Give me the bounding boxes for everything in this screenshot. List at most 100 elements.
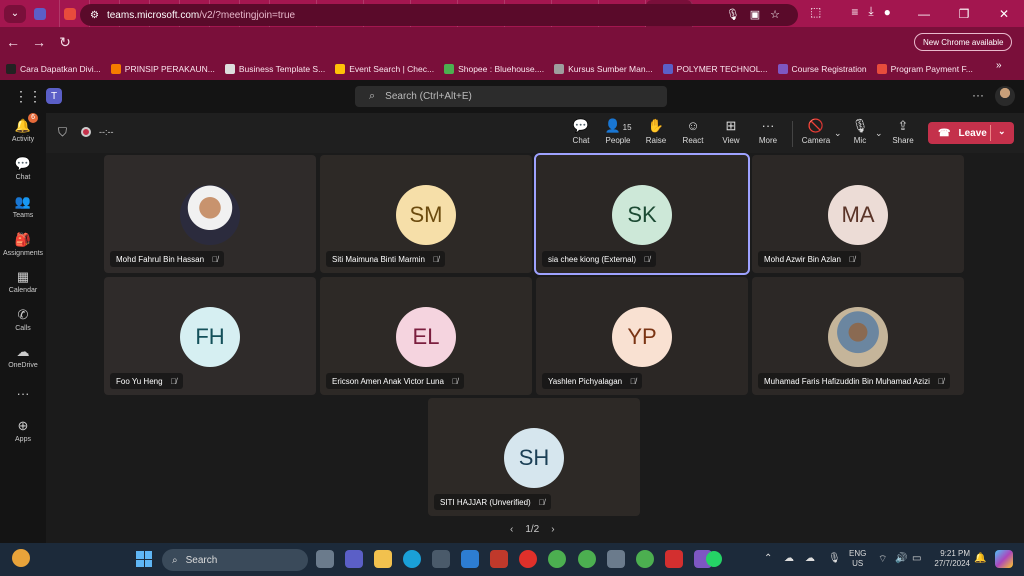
- participant-tile[interactable]: YP Yashlen Pichyalagan 🎙̸: [536, 277, 748, 395]
- whatsapp-icon[interactable]: [706, 551, 722, 567]
- bookmark-favicon-icon: [662, 63, 673, 74]
- restore-icon[interactable]: ❐: [944, 7, 984, 21]
- leave-button[interactable]: ☎ Leave ⌄: [928, 122, 1014, 144]
- react-label: React: [682, 136, 704, 145]
- profile-icon[interactable]: ●: [884, 5, 891, 19]
- chrome-profile-icon[interactable]: [578, 550, 596, 568]
- reload-icon[interactable]: ↻: [52, 34, 78, 51]
- microphone-tray-icon[interactable]: 🎙: [828, 553, 841, 564]
- more-button[interactable]: ··· More: [748, 118, 788, 145]
- rail-item-[interactable]: ···: [0, 386, 46, 403]
- chrome-alt-icon[interactable]: [636, 550, 654, 568]
- file-explorer-icon[interactable]: [374, 550, 392, 568]
- language-indicator[interactable]: ENG US: [849, 549, 866, 569]
- rail-item-apps[interactable]: ⊕ Apps: [0, 418, 46, 443]
- teams-taskbar-icon[interactable]: [345, 550, 363, 568]
- bookmark-item[interactable]: POLYMER TECHNOL...: [662, 63, 768, 74]
- prev-page-icon[interactable]: ‹: [510, 524, 513, 535]
- copilot-icon[interactable]: [995, 550, 1013, 568]
- chrome-icon[interactable]: [548, 550, 566, 568]
- minimize-icon[interactable]: —: [904, 7, 944, 21]
- notification-bell-icon[interactable]: 🔔: [974, 553, 986, 564]
- shield-icon[interactable]: ⛉: [58, 125, 67, 140]
- tab-search-button[interactable]: ⌄: [4, 4, 26, 23]
- bookmark-star-icon[interactable]: ☆: [770, 9, 790, 21]
- raise-hand-button[interactable]: ✋ Raise: [636, 118, 676, 145]
- bookmark-item[interactable]: Program Payment F...: [876, 63, 973, 74]
- participant-tile[interactable]: FH Foo Yu Heng 🎙̸: [104, 277, 316, 395]
- participant-tile[interactable]: EL Ericson Amen Anak Victor Luna 🎙̸: [320, 277, 532, 395]
- edge-icon[interactable]: [403, 550, 421, 568]
- rail-item-activity[interactable]: 🔔 6 Activity: [0, 113, 46, 143]
- wifi-icon[interactable]: ⌔: [878, 553, 887, 566]
- next-page-icon[interactable]: ›: [551, 524, 554, 535]
- battery-icon[interactable]: ▭: [912, 553, 921, 564]
- reading-list-icon[interactable]: ≡: [851, 5, 858, 19]
- mcafee-icon[interactable]: [490, 550, 508, 568]
- taskbar-search[interactable]: ⌕ Search: [162, 549, 308, 571]
- view-button[interactable]: ⊞ View: [711, 118, 751, 145]
- rail-item-calls[interactable]: ✆ Calls: [0, 307, 46, 332]
- react-button[interactable]: ☺ React: [673, 118, 713, 145]
- clock[interactable]: 9:21 PM 27/7/2024: [930, 549, 970, 569]
- weather-icon[interactable]: [12, 549, 30, 567]
- participant-tile[interactable]: SH SITI HAJJAR (Unverified) 🎙̸: [428, 398, 640, 516]
- bookmark-item[interactable]: Event Search | Chec...: [335, 63, 434, 74]
- onedrive-icon[interactable]: ☁: [784, 553, 794, 564]
- participant-tile[interactable]: SM Siti Maimuna Binti Marmin 🎙̸: [320, 155, 532, 273]
- bookmark-item[interactable]: Cara Dapatkan Divi...: [6, 63, 101, 74]
- bookmark-item[interactable]: Shopee : Bluehouse....: [444, 63, 544, 74]
- calculator-icon[interactable]: [607, 550, 625, 568]
- rail-item-teams[interactable]: 👥 Teams: [0, 194, 46, 219]
- rail-item-chat[interactable]: 💬 Chat: [0, 156, 46, 181]
- download-icon[interactable]: ⤓: [868, 4, 873, 19]
- bookmark-item[interactable]: Business Template S...: [224, 63, 325, 74]
- close-window-icon[interactable]: ✕: [984, 7, 1024, 21]
- mic-button[interactable]: 🎙 Mic: [840, 118, 880, 145]
- rail-item-onedrive[interactable]: ☁ OneDrive: [0, 344, 46, 369]
- app-icon[interactable]: [461, 550, 479, 568]
- start-icon[interactable]: [136, 551, 152, 567]
- back-icon[interactable]: ←: [0, 34, 26, 50]
- camera-button[interactable]: 🚫 Camera: [796, 118, 836, 145]
- share-button[interactable]: ⇪ Share: [883, 118, 923, 145]
- people-button[interactable]: 👤 15 People: [598, 118, 638, 145]
- task-view-icon[interactable]: [316, 550, 334, 568]
- bookmarks-bar: Cara Dapatkan Divi... PRINSIP PERAKAUN...…: [0, 57, 1024, 80]
- recording-icon: [81, 127, 91, 137]
- forward-icon[interactable]: →: [26, 34, 52, 50]
- bookmark-favicon-icon: [335, 63, 346, 74]
- extensions-icon[interactable]: ⬚: [810, 5, 821, 19]
- cast-icon[interactable]: ▣: [750, 9, 770, 21]
- user-avatar[interactable]: [995, 86, 1015, 106]
- participant-tile[interactable]: SK sia chee kiong (External) 🎙̸: [534, 153, 750, 275]
- chat-icon: 💬: [14, 156, 32, 171]
- new-chrome-available-button[interactable]: New Chrome available: [914, 33, 1013, 51]
- microphone-icon[interactable]: 🎙: [726, 9, 750, 21]
- rail-item-calendar[interactable]: ▦ Calendar: [0, 269, 46, 294]
- more-bookmarks-icon[interactable]: »: [996, 60, 1002, 71]
- app-launcher-icon[interactable]: ⋮⋮: [14, 88, 42, 105]
- opera-icon[interactable]: [519, 550, 537, 568]
- acrobat-icon[interactable]: [665, 550, 683, 568]
- participant-tile[interactable]: MA Mohd Azwir Bin Azlan 🎙̸: [752, 155, 964, 273]
- onedrive-blue-icon[interactable]: ☁: [805, 553, 815, 564]
- teams-search-input[interactable]: ⌕ Search (Ctrl+Alt+E): [355, 86, 667, 107]
- settings-more-icon[interactable]: ···: [972, 88, 984, 102]
- leave-options-chevron-icon[interactable]: ⌄: [998, 126, 1006, 137]
- participant-name-tag: Foo Yu Heng 🎙̸: [110, 373, 183, 389]
- tray-chevron-icon[interactable]: ⌃: [764, 553, 772, 564]
- bookmark-item[interactable]: Course Registration: [777, 63, 867, 74]
- mic-options-chevron-icon[interactable]: ⌄: [875, 128, 883, 139]
- volume-icon[interactable]: 🔊: [895, 553, 907, 564]
- browser-tab[interactable]: [30, 0, 60, 27]
- site-info-icon[interactable]: ⚙: [90, 10, 99, 21]
- chat-button[interactable]: 💬 Chat: [561, 118, 601, 145]
- bookmark-item[interactable]: Kursus Sumber Man...: [554, 63, 653, 74]
- participant-tile[interactable]: Mohd Fahrul Bin Hassan 🎙̸: [104, 155, 316, 273]
- address-bar[interactable]: ⚙ teams.microsoft.com/v2/?meetingjoin=tr…: [80, 4, 798, 26]
- store-icon[interactable]: [432, 550, 450, 568]
- bookmark-item[interactable]: PRINSIP PERAKAUN...: [110, 63, 215, 74]
- rail-item-assignments[interactable]: 🎒 Assignments: [0, 232, 46, 257]
- participant-tile[interactable]: Muhamad Faris Hafizuddin Bin Muhamad Azi…: [752, 277, 964, 395]
